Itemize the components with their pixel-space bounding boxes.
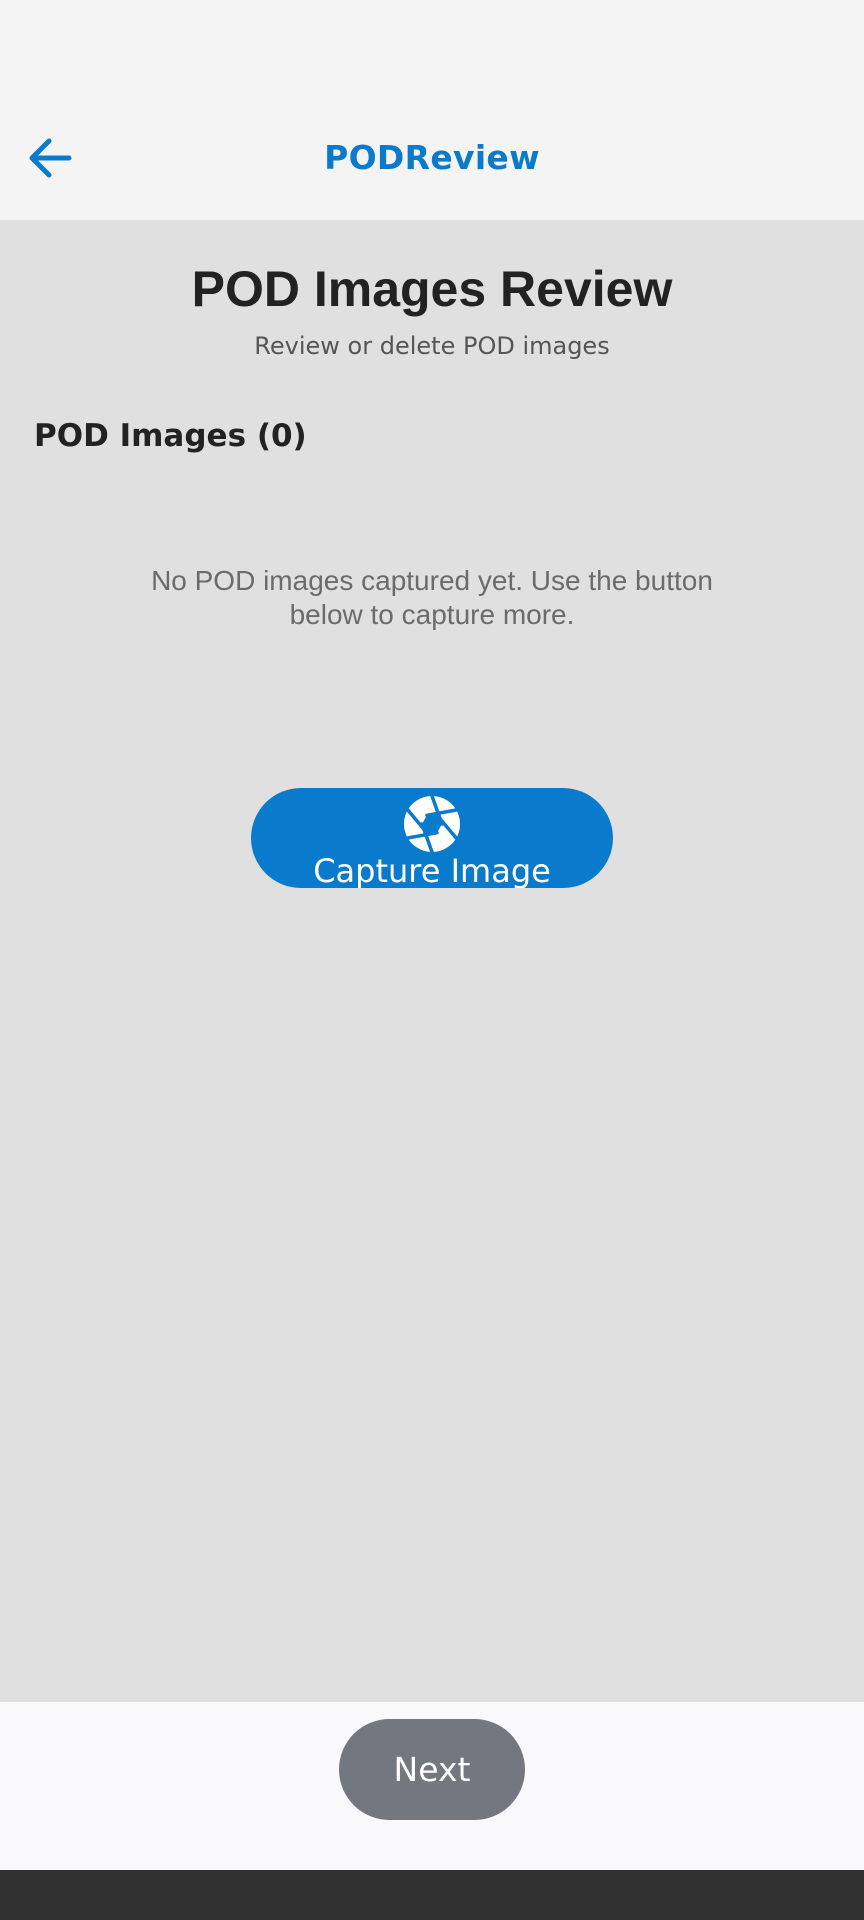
capture-image-button[interactable]: Capture Image	[251, 788, 613, 888]
footer: Next	[0, 1702, 864, 1870]
next-button[interactable]: Next	[339, 1719, 525, 1820]
app-title: PODReview	[324, 138, 540, 177]
status-bar	[0, 0, 864, 80]
main-content: POD Images Review Review or delete POD i…	[0, 220, 864, 1702]
camera-shutter-icon	[404, 794, 460, 854]
section-heading: POD Images (0)	[34, 418, 307, 454]
page-title: POD Images Review	[191, 261, 673, 317]
app-bar: PODReview	[0, 80, 864, 220]
page-subtitle: Review or delete POD images	[254, 332, 610, 360]
capture-image-label: Capture Image	[313, 852, 551, 888]
empty-state-message: No POD images captured yet. Use the butt…	[151, 565, 713, 630]
system-navigation-bar	[0, 1870, 864, 1920]
